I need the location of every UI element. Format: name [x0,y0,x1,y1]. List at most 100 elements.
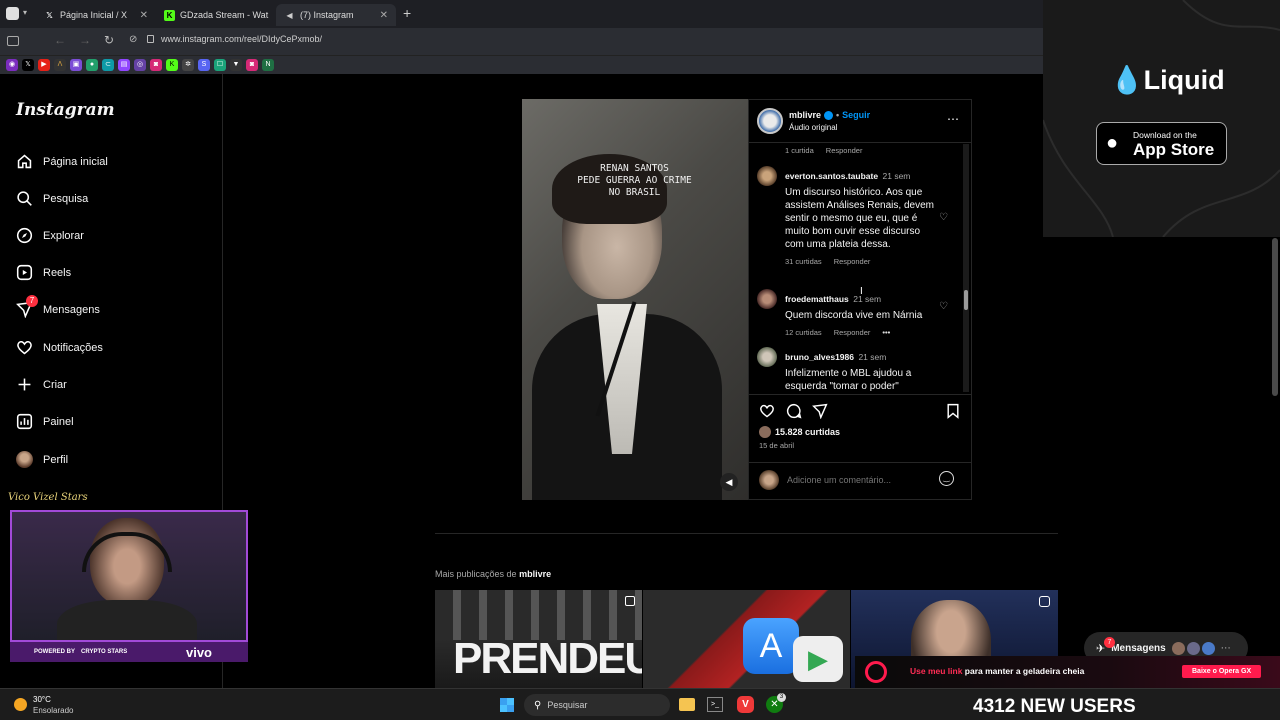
reload-icon[interactable]: ↻ [104,33,114,47]
app-store-icon: A [743,618,799,674]
author-name[interactable]: mblivre [789,110,821,120]
comment-username[interactable]: bruno_alves1986 [785,352,854,362]
page-scrollbar[interactable] [1272,238,1278,396]
comment-input[interactable] [787,472,937,488]
folder-icon[interactable] [679,698,695,711]
avatar [759,470,779,490]
back-icon[interactable]: ← [54,33,66,47]
bookmark-icon[interactable]: ⊂ [102,59,114,71]
bookmark-icon[interactable]: N [262,59,274,71]
sidebar-item-messages[interactable]: Mensagens 7 [16,295,100,318]
tab-instagram[interactable]: ◀ (7) Instagram ✕ [276,4,396,26]
section-divider [435,533,1058,534]
panel-toggle-icon[interactable] [7,36,19,46]
comments-list[interactable]: 1 curtida Responder everton.santos.taubat… [749,143,971,393]
bookmark-icon[interactable]: Λ [54,59,66,71]
audio-label[interactable]: Áudio original [789,123,837,132]
heart-icon[interactable]: ♡ [939,212,948,223]
comments-scrollbar[interactable] [963,144,969,392]
x-logo-icon[interactable]: 𝕏 [22,59,34,71]
search-icon [17,191,32,206]
tab-label: Página Inicial / X [60,10,128,20]
bookmark-icon[interactable]: ☐ [214,59,226,71]
thumbnail-crowd [435,590,642,640]
close-icon[interactable]: ✕ [140,10,148,21]
reel-video[interactable]: RENAN SANTOS PEDE GUERRA AO CRIME NO BRA… [522,99,748,500]
bookmark-icon[interactable]: ▼ [230,59,242,71]
shield-icon[interactable]: ⊘ [129,34,137,45]
comment-username[interactable]: everton.santos.taubate [785,171,878,181]
kick-logo-icon[interactable]: K [166,59,178,71]
text-cursor-icon: I [860,286,863,297]
more-posts-author[interactable]: mblivre [519,569,551,579]
chevron-down-icon[interactable]: ▾ [23,8,27,17]
vivaldi-icon[interactable]: V [737,696,754,713]
webcam-frame [10,510,248,642]
terminal-icon[interactable]: >_ [707,697,723,712]
instagram-icon[interactable]: ◙ [246,59,258,71]
weather-temp[interactable]: 30°C [33,695,51,704]
author-avatar[interactable] [757,108,783,134]
comment-meta: 1 curtida Responder [785,146,863,155]
emoji-icon[interactable]: ‿ [939,471,954,486]
bookmark-icon[interactable]: ● [86,59,98,71]
sidebar-item-reels[interactable]: Reels [16,264,71,281]
stream-banner: Use meu link para manter a geladeira che… [855,656,1280,688]
post-thumbnail[interactable]: PRENDEU [435,590,642,688]
video-caption: RENAN SANTOS PEDE GUERRA AO CRIME NO BRA… [577,163,692,198]
comment-username[interactable]: froedematthaus [785,294,849,304]
bookmark-icon[interactable]: S [198,59,210,71]
home-icon [17,154,32,169]
likes-count[interactable]: 15.828 curtidas [775,427,840,437]
instagram-logo[interactable]: Instagram [16,100,115,120]
sidebar-item-profile[interactable]: Perfil [16,451,68,468]
vivaldi-menu-icon[interactable] [6,7,19,20]
forward-icon[interactable]: → [79,33,91,47]
post-date: 15 de abril [759,441,795,450]
post-thumbnail[interactable]: A ▶ [643,590,850,688]
more-options-icon[interactable]: ••• [882,328,890,337]
close-icon[interactable]: ✕ [273,10,274,21]
dashboard-icon [16,413,33,430]
youtube-icon[interactable]: ▶ [38,59,50,71]
bookmark-icon[interactable]: ✲ [182,59,194,71]
url-input[interactable]: www.instagram.com/reel/DIdyCePxmob/ [161,34,322,44]
tab-kick[interactable]: K GDzada Stream - Wat ✕ [156,4,274,26]
scrollbar-thumb[interactable] [964,290,968,310]
bookmark-icon[interactable]: ◎ [134,59,146,71]
heart-icon[interactable] [759,403,775,419]
sidebar-item-create[interactable]: Criar [16,376,67,393]
reply-button[interactable]: Responder [834,328,871,337]
comment-icon[interactable] [786,403,802,419]
volume-icon[interactable]: ◀ [720,473,738,491]
app-store-button[interactable]: ● Download on the App Store [1096,122,1227,165]
reply-button[interactable]: Responder [834,257,871,266]
avatar[interactable] [757,347,777,367]
avatar[interactable] [757,166,777,186]
share-icon[interactable] [812,403,828,419]
opera-gx-cta[interactable]: Baixe o Opera GX [1182,665,1262,678]
bookmark-icon[interactable] [946,403,960,419]
tab-x[interactable]: 𝕏 Página Inicial / X ✕ [36,4,156,26]
sidebar-item-dashboard[interactable]: Painel [16,413,74,430]
bookmark-icon[interactable]: ◉ [6,59,18,71]
play-store-icon: ▶ [793,636,843,682]
speaker-icon[interactable]: ◀ [284,10,295,21]
taskbar-search[interactable]: ⚲ Pesquisar [524,694,670,716]
sidebar-item-home[interactable]: Página inicial [16,153,108,170]
twitch-icon[interactable]: ▤ [118,59,130,71]
bookmark-icon[interactable]: ▣ [70,59,82,71]
more-options-icon[interactable]: ⋯ [947,112,959,126]
heart-icon[interactable]: ♡ [939,301,948,312]
weather-desc[interactable]: Ensolarado [33,706,73,715]
sidebar-item-explore[interactable]: Explorar [16,227,84,244]
new-tab-button[interactable]: + [403,5,411,21]
avatar[interactable] [757,289,777,309]
sidebar-item-notifications[interactable]: Notificações [16,339,103,356]
windows-start-icon[interactable] [500,698,514,712]
webcam-overlay: Vico Vizel Stars POWERED BY CRYPTO STARS… [8,492,248,664]
close-icon[interactable]: ✕ [380,10,388,21]
sidebar-item-search[interactable]: Pesquisa [16,190,88,207]
instagram-icon[interactable]: ◙ [150,59,162,71]
follow-button[interactable]: Seguir [842,110,870,120]
